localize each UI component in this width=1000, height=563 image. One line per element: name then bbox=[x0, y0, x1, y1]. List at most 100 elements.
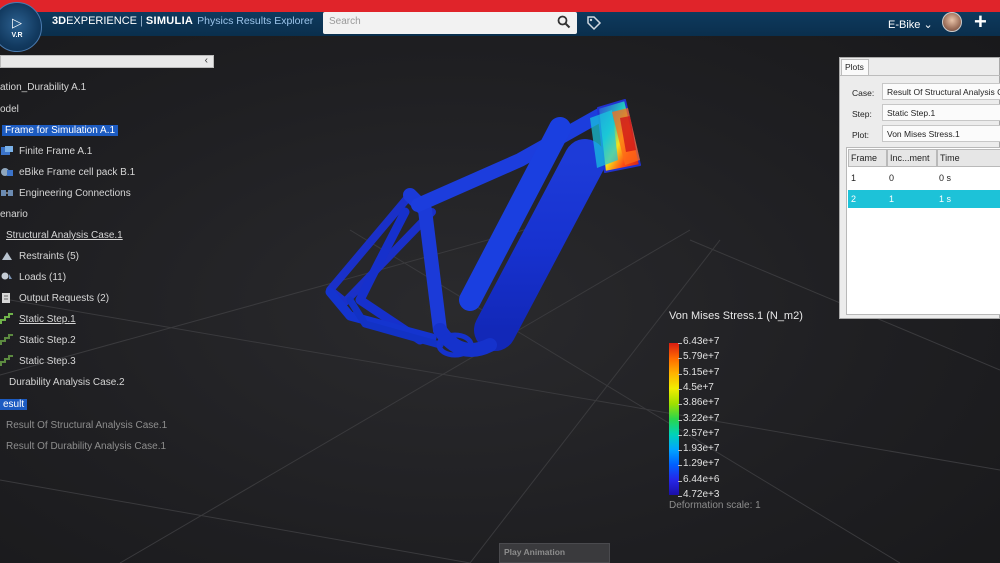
table-cell[interactable]: 1 bbox=[851, 173, 856, 183]
plot-select[interactable]: Von Mises Stress.1 bbox=[882, 125, 1000, 142]
tree-item-label: ation_Durability A.1 bbox=[0, 82, 87, 93]
legend-tick bbox=[678, 373, 682, 375]
tree-item-label: Finite Frame A.1 bbox=[19, 146, 93, 157]
accent-strip bbox=[0, 0, 1000, 12]
search-input[interactable]: Search bbox=[323, 12, 577, 34]
case-label: Case: bbox=[852, 88, 875, 98]
tree-collapse-bar[interactable]: ‹ bbox=[0, 55, 214, 68]
tree-item-label: Output Requests (2) bbox=[19, 293, 110, 304]
tree-item-label: esult bbox=[0, 399, 28, 410]
legend-tick bbox=[678, 465, 682, 467]
tree-item-model[interactable]: odel bbox=[0, 103, 19, 117]
app-name: Physics Results Explorer bbox=[197, 15, 314, 27]
legend-tick bbox=[678, 496, 682, 497]
play-icon: ▷ bbox=[12, 14, 22, 30]
app-title: 3DEXPERIENCE | SIMULIA Physics Results Expl… bbox=[52, 15, 313, 27]
tree-item-structural-case[interactable]: Structural Analysis Case.1 bbox=[6, 229, 123, 243]
legend-tick bbox=[678, 343, 682, 344]
column-header-increment[interactable]: Inc...ment bbox=[887, 149, 937, 167]
brand-simulia: SIMULIA bbox=[145, 15, 194, 27]
tree-item-frame-for-simulation[interactable]: Frame for Simulation A.1 bbox=[2, 124, 119, 138]
legend-value: 6.44e+6 bbox=[683, 473, 720, 485]
plots-panel: Plots Case: Result Of Structural Analysi… bbox=[839, 57, 1000, 319]
brand-experience: EXPERIENCE bbox=[66, 15, 137, 27]
table-cell[interactable]: 0 s bbox=[939, 173, 951, 183]
tree-item-restraints[interactable]: Restraints (5) bbox=[0, 250, 79, 264]
column-header-frame[interactable]: Frame bbox=[848, 149, 887, 167]
legend-tick bbox=[678, 419, 682, 421]
legend-tick bbox=[678, 388, 682, 390]
part-icon bbox=[1, 168, 13, 177]
chevron-left-icon[interactable]: ‹ bbox=[205, 55, 208, 66]
search-icon[interactable] bbox=[557, 15, 571, 29]
column-header-time[interactable]: Time bbox=[937, 149, 1000, 167]
table-cell[interactable]: 1 bbox=[889, 194, 894, 204]
tab-plots[interactable]: Plots bbox=[841, 59, 869, 75]
tree-item-durability-case[interactable]: Durability Analysis Case.2 bbox=[9, 376, 125, 390]
connections-icon bbox=[1, 190, 13, 197]
tree-item-output-requests[interactable]: Output Requests (2) bbox=[0, 292, 109, 306]
step-icon bbox=[0, 334, 13, 346]
legend-value: 5.15e+7 bbox=[683, 366, 720, 378]
tree-item-result-structural[interactable]: Result Of Structural Analysis Case.1 bbox=[6, 419, 167, 433]
tab-divider bbox=[840, 75, 1000, 76]
tree-item-simulation[interactable]: ation_Durability A.1 bbox=[0, 81, 86, 95]
tree-item-label: eBike Frame cell pack B.1 bbox=[19, 167, 136, 178]
finite-frame-icon bbox=[1, 146, 13, 156]
compass-label: V.R bbox=[11, 31, 23, 39]
tree-item-label: enario bbox=[0, 209, 28, 220]
legend-tick bbox=[678, 358, 682, 360]
tag-icon[interactable] bbox=[586, 15, 602, 31]
tree-item-label: Static Step.1 bbox=[19, 314, 76, 325]
restraint-icon bbox=[2, 252, 12, 261]
step-select[interactable]: Static Step.1 bbox=[882, 104, 1000, 121]
step-label: Step: bbox=[852, 109, 872, 119]
table-cell[interactable]: 2 bbox=[851, 194, 856, 204]
legend-value: 4.72e+3 bbox=[683, 489, 720, 500]
tree-item-label: odel bbox=[0, 104, 19, 115]
step-icon bbox=[0, 313, 13, 325]
tree-item-label: Engineering Connections bbox=[19, 188, 131, 199]
tree-item-cell-pack[interactable]: eBike Frame cell pack B.1 bbox=[0, 166, 135, 180]
plot-label: Plot: bbox=[852, 130, 870, 140]
top-toolbar: 3DEXPERIENCE | SIMULIA Physics Results Expl… bbox=[0, 9, 1000, 36]
tree-item-static-step-2[interactable]: Static Step.2 bbox=[0, 334, 76, 348]
case-select[interactable]: Result Of Structural Analysis Case.1 bbox=[882, 83, 1000, 100]
legend-title: Von Mises Stress.1 (N_m2) bbox=[669, 310, 803, 322]
table-row-selected[interactable] bbox=[848, 190, 1000, 208]
avatar[interactable] bbox=[942, 12, 962, 32]
tree-item-label: Result Of Durability Analysis Case.1 bbox=[6, 441, 167, 452]
legend-value: 2.57e+7 bbox=[683, 427, 720, 439]
search-placeholder: Search bbox=[329, 16, 361, 27]
tree-item-label: Static Step.2 bbox=[19, 335, 76, 346]
legend-tick bbox=[678, 434, 682, 436]
tree-item-label: Loads (11) bbox=[19, 272, 67, 283]
legend-tick bbox=[678, 450, 682, 452]
context-selector[interactable]: E-Bike ⌄ bbox=[888, 18, 933, 31]
tree-item-loads[interactable]: Loads (11) bbox=[0, 271, 66, 285]
tree-item-engineering-connections[interactable]: Engineering Connections bbox=[0, 187, 131, 201]
tree-item-static-step-3[interactable]: Static Step.3 bbox=[0, 355, 76, 369]
tree-item-result-durability[interactable]: Result Of Durability Analysis Case.1 bbox=[6, 440, 166, 454]
tree-item-static-step-1[interactable]: Static Step.1 bbox=[0, 313, 76, 327]
tree-item-label: Durability Analysis Case.2 bbox=[9, 377, 125, 388]
legend-value: 5.79e+7 bbox=[683, 351, 720, 363]
tree-item-label: Result Of Structural Analysis Case.1 bbox=[6, 420, 168, 431]
add-icon[interactable]: + bbox=[974, 9, 987, 35]
brand-separator: | bbox=[139, 15, 143, 27]
legend-value: 4.5e+7 bbox=[683, 381, 714, 393]
tree-item-label: Static Step.3 bbox=[19, 356, 76, 367]
legend-value: 1.93e+7 bbox=[683, 443, 720, 455]
load-icon bbox=[1, 272, 12, 280]
table-cell[interactable]: 0 bbox=[889, 173, 894, 183]
play-animation-button[interactable]: Play Animation bbox=[499, 543, 610, 563]
tree-item-result[interactable]: esult bbox=[0, 398, 28, 412]
tree-item-scenario[interactable]: enario bbox=[0, 208, 28, 222]
legend-tick bbox=[678, 404, 682, 406]
deformation-scale: Deformation scale: 1 bbox=[669, 500, 761, 511]
table-cell[interactable]: 1 s bbox=[939, 194, 951, 204]
context-label: E-Bike bbox=[888, 19, 921, 31]
tree-item-finite-frame[interactable]: Finite Frame A.1 bbox=[0, 145, 92, 159]
legend-value: 3.22e+7 bbox=[683, 412, 720, 424]
tree-item-label: Structural Analysis Case.1 bbox=[6, 230, 123, 241]
